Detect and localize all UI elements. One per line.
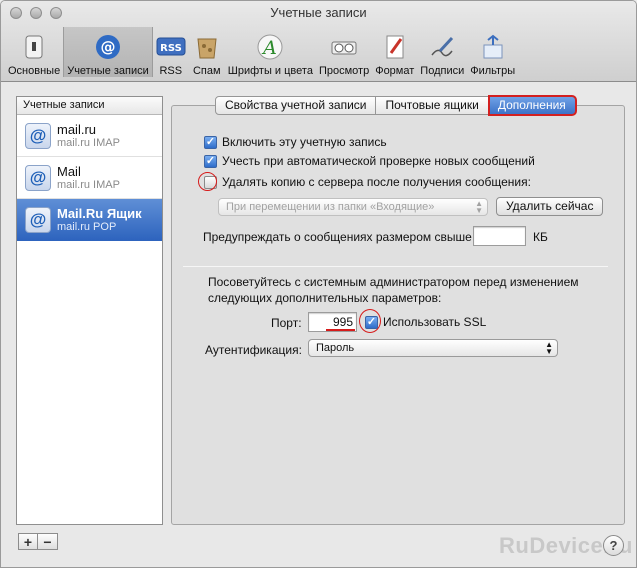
switch-icon <box>19 32 49 62</box>
toolbar-rss[interactable]: RSS RSS <box>153 27 189 77</box>
svg-text:RSS: RSS <box>160 43 182 54</box>
composing-icon <box>380 32 410 62</box>
accounts-list-header: Учетные записи <box>17 97 162 115</box>
toolbar-viewing-label: Просмотр <box>318 65 370 77</box>
popup-arrows-icon: ▲ ▼ <box>545 340 553 356</box>
auth-popup[interactable]: Пароль ▲ ▼ <box>308 339 558 357</box>
toolbar-signatures[interactable]: Подписи <box>417 27 467 77</box>
fonts-colors-icon: A <box>255 32 285 62</box>
signatures-icon <box>427 32 457 62</box>
toolbar-rules[interactable]: Фильтры <box>467 27 518 77</box>
warn-size-unit: КБ <box>533 230 548 244</box>
auth-value: Пароль <box>316 342 355 354</box>
window-title: Учетные записи <box>270 5 367 20</box>
toolbar-signatures-label: Подписи <box>420 65 465 77</box>
toolbar-composing-label: Формат <box>375 65 415 77</box>
account-item-selected[interactable]: @ Mail.Ru Ящик mail.ru POP <box>17 199 162 241</box>
popup-arrows-icon: ▲ ▼ <box>475 199 483 215</box>
toolbar-rss-label: RSS <box>159 65 183 77</box>
warn-size-field[interactable] <box>473 226 526 246</box>
tab-account-info[interactable]: Свойства учетной записи <box>215 96 377 115</box>
account-item[interactable]: @ mail.ru mail.ru IMAP <box>17 115 162 157</box>
toolbar-general[interactable]: Основные <box>5 27 63 77</box>
section-separator <box>183 266 608 267</box>
use-ssl-option[interactable]: Использовать SSL <box>365 315 486 329</box>
title-toolbar-area: Учетные записи Основные @ Учетные записи… <box>1 1 636 82</box>
remove-copy-label: Удалять копию с сервера после получения … <box>222 175 531 189</box>
toolbar-general-label: Основные <box>8 65 61 77</box>
toolbar-accounts[interactable]: @ Учетные записи <box>63 27 153 77</box>
annotation-circle <box>198 172 217 191</box>
warn-size-label: Предупреждать о сообщениях размером свыш… <box>203 230 472 244</box>
help-button[interactable]: ? <box>603 535 624 556</box>
annotation-circle <box>359 309 381 333</box>
include-check-checkbox[interactable] <box>204 154 217 168</box>
toolbar-fonts[interactable]: A Шрифты и цвета <box>225 27 316 77</box>
auth-label: Аутентификация: <box>205 343 302 357</box>
viewing-icon <box>329 32 359 62</box>
at-sign-icon: @ <box>93 32 123 62</box>
preferences-window: Учетные записи Основные @ Учетные записи… <box>0 0 637 568</box>
include-check-label: Учесть при автоматической проверке новых… <box>222 154 535 168</box>
advanced-note: Посоветуйтесь с системным администраторо… <box>208 275 579 305</box>
remove-when-value: При перемещении из папки «Входящие» <box>226 201 435 213</box>
at-sign-icon: @ <box>25 206 51 233</box>
enable-account-checkbox[interactable] <box>204 135 217 149</box>
remove-now-button[interactable]: Удалить сейчас <box>496 197 604 216</box>
account-type: mail.ru POP <box>57 220 117 233</box>
port-label: Порт: <box>271 316 302 330</box>
remove-account-button[interactable]: − <box>38 533 58 550</box>
toolbar-junk-label: Спам <box>192 65 221 77</box>
svg-text:A: A <box>261 37 277 59</box>
tab-mailbox-behaviors[interactable]: Почтовые ящики <box>376 96 489 115</box>
at-sign-icon: @ <box>25 164 51 191</box>
account-type: mail.ru IMAP <box>57 136 120 149</box>
toolbar-accounts-label: Учетные записи <box>67 65 149 77</box>
svg-text:@: @ <box>100 38 115 56</box>
enable-account-option[interactable]: Включить эту учетную запись <box>204 135 387 149</box>
at-sign-icon: @ <box>25 122 51 149</box>
annotation-underline <box>326 329 355 331</box>
remove-when-popup[interactable]: При перемещении из папки «Входящие» ▲ ▼ <box>218 198 488 216</box>
account-name: Mail <box>57 163 81 179</box>
tab-bar: Свойства учетной записи Почтовые ящики Д… <box>215 95 577 116</box>
toolbar-rules-label: Фильтры <box>470 65 516 77</box>
remove-copy-option[interactable]: Удалять копию с сервера после получения … <box>204 175 531 189</box>
add-account-button[interactable]: + <box>18 533 38 550</box>
use-ssl-label: Использовать SSL <box>383 315 487 329</box>
toolbar-viewing[interactable]: Просмотр <box>316 27 372 77</box>
account-buttons: + − <box>18 533 58 550</box>
account-type: mail.ru IMAP <box>57 178 120 191</box>
rules-icon <box>478 32 508 62</box>
rss-icon: RSS <box>156 32 186 62</box>
accounts-list: Учетные записи @ mail.ru mail.ru IMAP @ … <box>16 96 163 525</box>
toolbar-junk[interactable]: Спам <box>189 27 225 77</box>
junk-mail-icon <box>192 32 222 62</box>
account-item[interactable]: @ Mail mail.ru IMAP <box>17 157 162 199</box>
toolbar-fonts-label: Шрифты и цвета <box>227 65 313 77</box>
account-name: mail.ru <box>57 121 97 137</box>
include-check-option[interactable]: Учесть при автоматической проверке новых… <box>204 154 535 168</box>
toolbar-composing[interactable]: Формат <box>372 27 417 77</box>
enable-account-label: Включить эту учетную запись <box>222 135 387 149</box>
account-name: Mail.Ru Ящик <box>57 205 142 221</box>
preferences-toolbar: Основные @ Учетные записи RSS RSS Спам A… <box>5 27 518 77</box>
tab-advanced[interactable]: Дополнения <box>487 95 577 116</box>
